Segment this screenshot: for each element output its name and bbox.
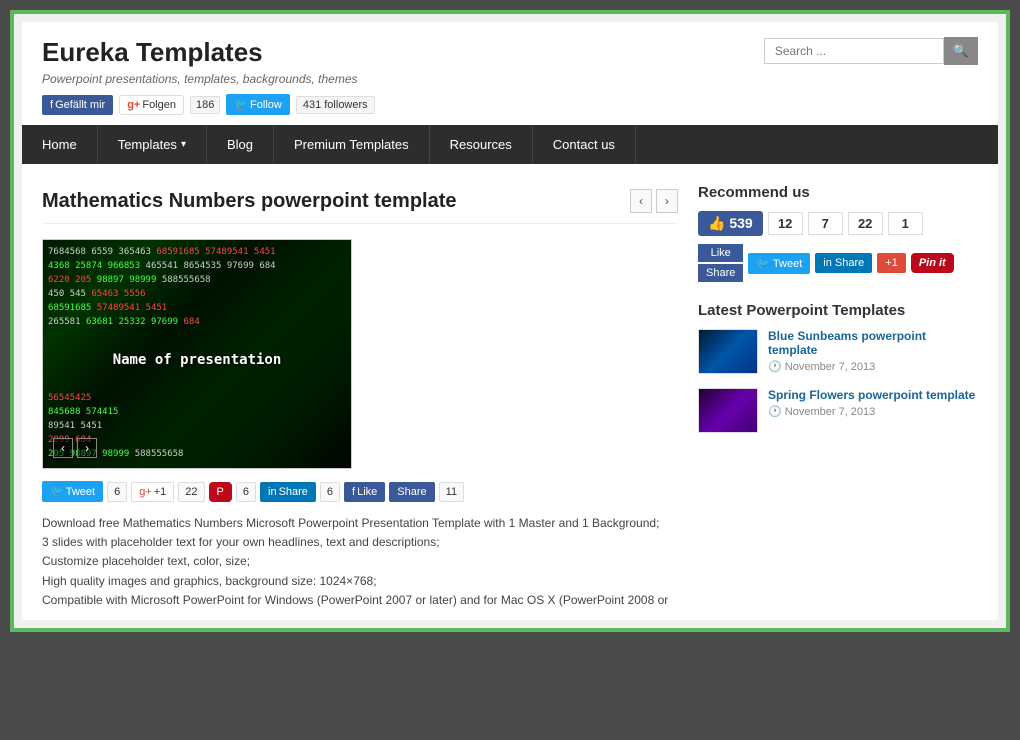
list-item: Blue Sunbeams powerpoint template 🕐 Nove… xyxy=(698,329,978,374)
gplus-share-icon: g+ xyxy=(139,486,152,498)
clock-icon-1: 🕐 xyxy=(768,361,782,373)
slide-title: Name of presentation xyxy=(48,353,346,367)
thumbs-up-icon: 👍 xyxy=(708,215,725,231)
list-item: Spring Flowers powerpoint template 🕐 Nov… xyxy=(698,388,978,433)
fb-like-article-button[interactable]: f Like xyxy=(344,482,385,502)
gplus-icon: g+ xyxy=(127,99,140,111)
twitter-follow-button[interactable]: 🐦 Follow xyxy=(226,94,290,115)
linkedin-icon: in xyxy=(268,486,277,498)
header-left: Eureka Templates Powerpoint presentation… xyxy=(42,37,375,115)
search-area: 🔍 xyxy=(764,37,978,65)
like-box: 👍 539 xyxy=(698,211,763,236)
linkedin-count: 6 xyxy=(320,482,340,502)
search-input[interactable] xyxy=(764,38,944,64)
content-wrap: Mathematics Numbers powerpoint template … xyxy=(22,164,998,620)
inner-wrapper: Eureka Templates Powerpoint presentation… xyxy=(22,22,998,620)
fb-like-icon: f xyxy=(352,486,355,498)
templates-arrow: ▾ xyxy=(181,139,186,150)
slide-numbers-overlay: 7684568 6559 365463 68591685 57489541 54… xyxy=(43,240,351,468)
article-nav-arrows: ‹ › xyxy=(630,189,678,213)
twitter-icon: 🐦 xyxy=(234,98,248,111)
article-title: Mathematics Numbers powerpoint template xyxy=(42,190,457,213)
recommend-section: Recommend us 👍 539 12 7 xyxy=(698,184,978,282)
fb-like-sidebar-button[interactable]: Like xyxy=(698,244,743,262)
twitter-share-icon: 🐦 xyxy=(50,485,64,498)
latest-info-1: Blue Sunbeams powerpoint template 🕐 Nove… xyxy=(768,329,978,373)
nav-templates[interactable]: Templates ▾ xyxy=(98,125,207,164)
fb-share-article-button[interactable]: Share xyxy=(389,482,434,502)
tw-sidebar-icon: 🐦 xyxy=(756,258,770,270)
social-actions-row: Like Share 🐦 Tweet in Share +1 xyxy=(698,244,978,282)
prev-article-button[interactable]: ‹ xyxy=(630,189,652,213)
slide-prev-button[interactable]: ‹ xyxy=(53,438,73,458)
page-container: Eureka Templates Powerpoint presentation… xyxy=(10,10,1010,632)
nav-contact-us[interactable]: Contact us xyxy=(533,125,636,164)
tweet-button[interactable]: 🐦 Tweet xyxy=(42,481,103,502)
site-subtitle: Powerpoint presentations, templates, bac… xyxy=(42,72,375,86)
nav-resources[interactable]: Resources xyxy=(430,125,533,164)
latest-item-date-1: 🕐 November 7, 2013 xyxy=(768,360,978,373)
slide-controls: ‹ › xyxy=(53,438,97,458)
search-button[interactable]: 🔍 xyxy=(944,37,978,65)
gplus-count: 186 xyxy=(190,96,220,114)
fb-icon: f xyxy=(50,99,53,111)
li-sidebar-icon: in xyxy=(823,257,832,269)
nav-home[interactable]: Home xyxy=(22,125,98,164)
gplus-count-article: 22 xyxy=(178,482,204,502)
fb-share-sidebar-button[interactable]: Share xyxy=(698,264,743,282)
site-title: Eureka Templates xyxy=(42,37,375,68)
recommend-title: Recommend us xyxy=(698,184,978,201)
like-count: 👍 539 xyxy=(708,215,753,232)
nav-premium-templates[interactable]: Premium Templates xyxy=(274,125,430,164)
sidebar: Recommend us 👍 539 12 7 xyxy=(698,174,978,610)
latest-item-date-2: 🕐 November 7, 2013 xyxy=(768,405,975,418)
main-nav: Home Templates ▾ Blog Premium Templates … xyxy=(22,125,998,164)
next-article-button[interactable]: › xyxy=(656,189,678,213)
latest-info-2: Spring Flowers powerpoint template 🕐 Nov… xyxy=(768,388,975,418)
pin-sidebar-count: 1 xyxy=(888,212,923,235)
social-counts-row: 👍 539 12 7 22 xyxy=(698,211,978,236)
slide-image: 7684568 6559 365463 68591685 57489541 54… xyxy=(42,239,352,469)
latest-thumb-1 xyxy=(698,329,758,374)
gp-sidebar-button[interactable]: +1 xyxy=(877,253,906,273)
pin-count: 6 xyxy=(236,482,256,502)
pin-icon: P xyxy=(217,486,224,498)
nav-blog[interactable]: Blog xyxy=(207,125,274,164)
gplus-share-button[interactable]: g+ +1 xyxy=(131,482,174,502)
slideshow: 7684568 6559 365463 68591685 57489541 54… xyxy=(42,239,678,469)
li-sidebar-button[interactable]: in Share xyxy=(815,253,872,273)
latest-item-title-2[interactable]: Spring Flowers powerpoint template xyxy=(768,388,975,402)
social-bar: f Gefällt mir g+ Folgen 186 🐦 Follow 431… xyxy=(42,94,375,115)
tweet-count: 6 xyxy=(107,482,127,502)
tw-sidebar-button[interactable]: 🐦 Tweet xyxy=(748,253,810,274)
pinterest-button[interactable]: P xyxy=(209,482,232,502)
linkedin-button[interactable]: in Share xyxy=(260,482,316,502)
latest-item-title-1[interactable]: Blue Sunbeams powerpoint template xyxy=(768,329,978,357)
tweet-sidebar-count: 12 xyxy=(768,212,803,235)
gplus-follow-button[interactable]: g+ Folgen xyxy=(119,95,184,115)
share-row: 🐦 Tweet 6 g+ +1 22 P 6 in Share 6 xyxy=(42,481,678,502)
clock-icon-2: 🕐 xyxy=(768,406,782,418)
followers-count: 431 followers xyxy=(296,96,375,114)
latest-title: Latest Powerpoint Templates xyxy=(698,302,978,319)
site-header: Eureka Templates Powerpoint presentation… xyxy=(22,22,998,125)
linkedin-sidebar-count: 7 xyxy=(808,212,843,235)
gplus-sidebar-count: 22 xyxy=(848,212,883,235)
main-content: Mathematics Numbers powerpoint template … xyxy=(42,174,698,610)
slide-next-button[interactable]: › xyxy=(77,438,97,458)
pin-sidebar-button[interactable]: Pin it xyxy=(911,253,954,273)
latest-section: Latest Powerpoint Templates Blue Sunbeam… xyxy=(698,302,978,433)
fb-count: 11 xyxy=(439,482,464,502)
latest-thumb-2 xyxy=(698,388,758,433)
article-description: Download free Mathematics Numbers Micros… xyxy=(42,514,678,610)
fb-like-button[interactable]: f Gefällt mir xyxy=(42,95,113,115)
article-header: Mathematics Numbers powerpoint template … xyxy=(42,174,678,224)
